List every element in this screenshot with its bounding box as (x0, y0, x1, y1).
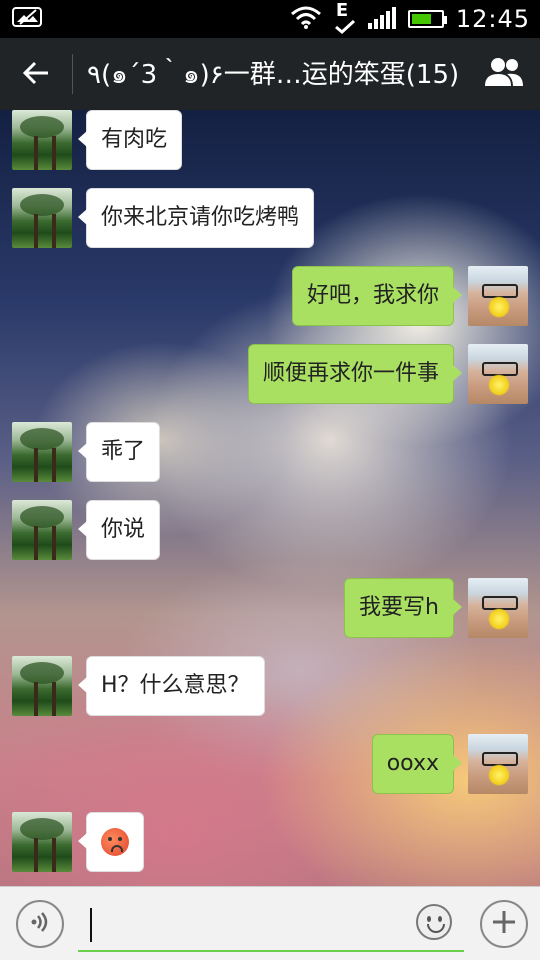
message-row: 我要写h (344, 578, 528, 638)
incoming-bubble[interactable]: 你说 (77, 500, 161, 560)
back-arrow-icon (22, 54, 50, 94)
group-members-icon (483, 56, 525, 92)
message-row (12, 812, 144, 872)
message-input[interactable] (78, 896, 464, 952)
avatar[interactable] (468, 734, 528, 794)
avatar[interactable] (468, 578, 528, 638)
avatar[interactable] (468, 344, 528, 404)
avatar[interactable] (12, 188, 72, 248)
incoming-bubble[interactable]: 乖了 (77, 422, 161, 482)
group-members-button[interactable] (468, 38, 540, 110)
chat-header: ٩(๑´3｀๑)۶一群…运的笨蛋(15) (0, 38, 540, 110)
avatar[interactable] (12, 656, 72, 716)
message-row: H？什么意思？ (12, 656, 265, 716)
outgoing-bubble[interactable]: 顺便再求你一件事 (247, 344, 463, 404)
back-button[interactable] (0, 38, 72, 110)
message-row: ooxx (371, 734, 528, 794)
voice-button[interactable] (16, 899, 64, 948)
outgoing-bubble[interactable]: 好吧，我求你 (291, 266, 463, 326)
wifi-icon (290, 5, 322, 33)
incoming-bubble[interactable]: 有肉吃 (77, 110, 183, 170)
header-divider (72, 54, 73, 94)
incoming-bubble[interactable] (78, 812, 144, 872)
plus-icon (491, 909, 517, 939)
avatar[interactable] (12, 500, 72, 560)
avatar[interactable] (468, 266, 528, 326)
angry-face-emoji-icon (101, 828, 129, 856)
network-e-icon: E (334, 0, 356, 34)
smiley-icon[interactable] (416, 903, 452, 940)
voice-icon (28, 910, 52, 938)
avatar[interactable] (12, 110, 72, 170)
message-row: 你说 (12, 500, 161, 560)
clock-time: 12:45 (455, 5, 530, 33)
text-cursor (90, 907, 92, 942)
message-input-bar (0, 886, 540, 960)
message-row: 顺便再求你一件事 (247, 344, 528, 404)
message-row: 有肉吃 (12, 110, 183, 170)
message-row: 你来北京请你吃烤鸭 (12, 188, 315, 248)
network-type-label: E (335, 0, 349, 21)
outgoing-bubble[interactable]: ooxx (371, 734, 463, 794)
incoming-bubble[interactable]: 你来北京请你吃烤鸭 (77, 188, 315, 248)
status-bar: E 12:45 (0, 0, 540, 38)
chat-messages-area[interactable]: 有肉吃 你来北京请你吃烤鸭 好吧，我求你 顺便再求你一件事 乖了 你说 我要写h… (0, 110, 540, 886)
signal-icon (367, 7, 396, 29)
avatar[interactable] (12, 812, 72, 872)
outgoing-bubble[interactable]: 我要写h (344, 578, 462, 638)
photo-icon (12, 6, 42, 32)
message-row: 乖了 (12, 422, 161, 482)
chat-title: ٩(๑´3｀๑)۶一群…运的笨蛋(15) (87, 59, 460, 90)
battery-icon (407, 10, 447, 28)
avatar[interactable] (12, 422, 72, 482)
incoming-bubble[interactable]: H？什么意思？ (78, 656, 265, 716)
message-row: 好吧，我求你 (291, 266, 528, 326)
add-button[interactable] (480, 899, 528, 948)
